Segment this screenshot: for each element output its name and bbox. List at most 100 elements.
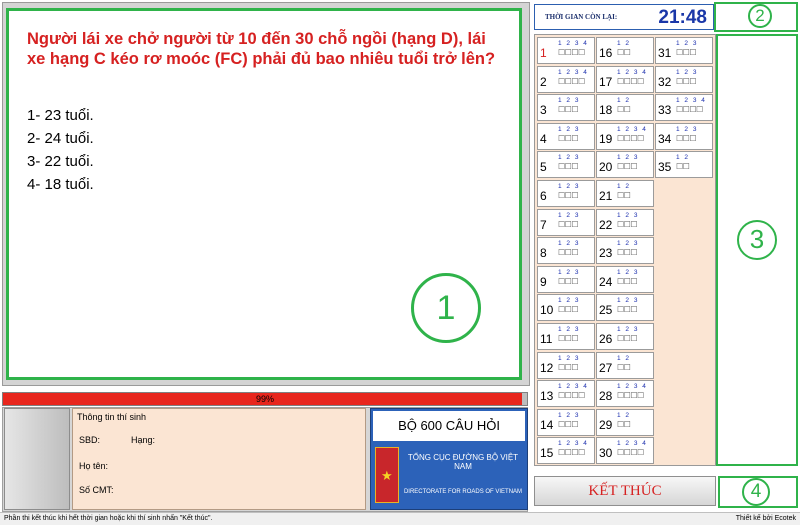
answer-option-3[interactable]: 3- 22 tuổi.	[27, 153, 94, 170]
question-cell-number: 32	[658, 74, 672, 89]
question-cell-28[interactable]: 28 1 2 3 4 ☐☐☐☐	[596, 380, 654, 408]
question-cell-number: 7	[540, 217, 547, 232]
question-cell-5[interactable]: 5 1 2 3 ☐☐☐	[537, 151, 595, 179]
question-cell-checkboxes: ☐☐☐	[558, 362, 579, 372]
question-cell-checkboxes: ☐☐☐	[558, 219, 579, 229]
answer-option-1[interactable]: 1- 23 tuổi.	[27, 107, 94, 124]
question-cell-checkboxes: ☐☐☐	[617, 276, 638, 286]
question-cell-15[interactable]: 15 1 2 3 4 ☐☐☐☐	[537, 437, 595, 465]
question-cell-number: 11	[540, 332, 553, 346]
question-cell-options: 1 2 3	[558, 326, 580, 333]
question-cell-number: 25	[599, 303, 613, 318]
question-cell-options: 1 2 3	[676, 40, 698, 47]
question-cell-2[interactable]: 2 1 2 3 4 ☐☐☐☐	[537, 65, 595, 93]
question-cell-17[interactable]: 17 1 2 3 4 ☐☐☐☐	[596, 65, 654, 93]
question-cell-14[interactable]: 14 1 2 3 ☐☐☐	[537, 408, 595, 436]
question-cell-number: 33	[658, 103, 672, 118]
question-cell-9[interactable]: 9 1 2 3 ☐☐☐	[537, 265, 595, 293]
candidate-info: Thông tin thí sinh SBD: Hạng: Họ tên: Số…	[72, 408, 366, 510]
question-cell-30[interactable]: 30 1 2 3 4 ☐☐☐☐	[596, 437, 654, 465]
question-cell-number: 26	[599, 332, 613, 346]
question-cell-options: 1 2 3	[558, 211, 580, 219]
timer-label: THỜI GIAN CÒN LẠI:	[545, 13, 618, 21]
question-cell-10[interactable]: 10 1 2 3 ☐☐☐	[537, 294, 595, 322]
answer-option-4[interactable]: 4- 18 tuổi.	[27, 176, 94, 193]
status-bar: Phần thi kết thúc khi hết thời gian hoặc…	[0, 512, 800, 525]
question-cell-32[interactable]: 32 1 2 3 ☐☐☐	[655, 65, 713, 93]
question-cell-checkboxes: ☐☐☐☐	[558, 391, 585, 401]
question-cell-24[interactable]: 24 1 2 3 ☐☐☐	[596, 265, 654, 293]
question-cell-number: 9	[540, 274, 547, 289]
question-cell-29[interactable]: 29 1 2 ☐☐	[596, 408, 654, 436]
question-cell-33[interactable]: 33 1 2 3 4 ☐☐☐☐	[655, 94, 713, 122]
question-cell-34[interactable]: 34 1 2 3 ☐☐☐	[655, 122, 713, 150]
question-cell-19[interactable]: 19 1 2 3 4 ☐☐☐☐	[596, 122, 654, 150]
question-cell-options: 1 2 3 4	[617, 440, 648, 448]
question-cell-options: 1 2 3 4	[617, 68, 648, 76]
question-cell-number: 21	[599, 189, 613, 203]
branding-panel: BỘ 600 CÂU HỎI ★ TỔNG CỤC ĐƯỜNG BỘ VIỆT …	[370, 408, 528, 510]
question-cell-checkboxes: ☐☐☐☐	[558, 48, 585, 57]
question-cell-number: 31	[658, 46, 672, 60]
question-cell-18[interactable]: 18 1 2 ☐☐	[596, 94, 654, 122]
question-cell-options: 1 2 3	[617, 268, 639, 276]
question-cell-options: 1 2	[617, 40, 631, 47]
question-cell-checkboxes: ☐☐	[617, 48, 631, 57]
question-cell-checkboxes: ☐☐☐	[558, 419, 579, 429]
question-cell-8[interactable]: 8 1 2 3 ☐☐☐	[537, 237, 595, 265]
question-cell-27[interactable]: 27 1 2 ☐☐	[596, 351, 654, 379]
question-cell-options: 1 2	[617, 97, 631, 105]
answer-option-2[interactable]: 2- 24 tuổi.	[27, 130, 94, 147]
question-cell-4[interactable]: 4 1 2 3 ☐☐☐	[537, 122, 595, 150]
question-cell-20[interactable]: 20 1 2 3 ☐☐☐	[596, 151, 654, 179]
credits-text: Thiết kế bởi Ecotek	[735, 515, 796, 522]
question-cell-35[interactable]: 35 1 2 ☐☐	[655, 151, 713, 179]
question-cell-3[interactable]: 3 1 2 3 ☐☐☐	[537, 94, 595, 122]
question-cell-options: 1 2 3	[558, 97, 580, 105]
question-cell-number: 6	[540, 189, 547, 203]
progress-bar: 99%	[2, 392, 528, 406]
question-cell-16[interactable]: 16 1 2 ☐☐	[596, 37, 654, 64]
question-cell-13[interactable]: 13 1 2 3 4 ☐☐☐☐	[537, 380, 595, 408]
timer-value: 21:48	[658, 7, 707, 28]
branding-title: BỘ 600 CÂU HỎI	[373, 411, 525, 441]
question-cell-options: 1 2 3	[617, 211, 639, 219]
question-cell-number: 4	[540, 131, 547, 146]
question-cell-number: 16	[599, 46, 613, 60]
question-cell-checkboxes: ☐☐☐	[558, 276, 579, 286]
cmt-label: Số CMT:	[79, 485, 114, 495]
question-cell-22[interactable]: 22 1 2 3 ☐☐☐	[596, 208, 654, 236]
question-cell-checkboxes: ☐☐☐	[558, 334, 579, 343]
question-cell-6[interactable]: 6 1 2 3 ☐☐☐	[537, 180, 595, 207]
annotation-circle-4: 4	[742, 478, 770, 506]
question-cell-number: 5	[540, 160, 547, 175]
question-cell-number: 29	[599, 417, 613, 432]
question-cell-options: 1 2 3 4	[558, 68, 589, 76]
question-cell-checkboxes: ☐☐☐	[558, 162, 579, 172]
question-cell-options: 1 2 3	[558, 154, 580, 162]
question-cell-25[interactable]: 25 1 2 3 ☐☐☐	[596, 294, 654, 322]
question-cell-options: 1 2 3 4	[617, 383, 648, 391]
question-cell-number: 14	[540, 417, 554, 432]
question-cell-number: 2	[540, 74, 547, 89]
question-cell-number: 17	[599, 74, 613, 89]
question-cell-checkboxes: ☐☐☐	[617, 305, 638, 315]
question-cell-checkboxes: ☐☐☐	[676, 76, 697, 86]
question-cell-options: 1 2 3	[676, 125, 698, 133]
question-cell-21[interactable]: 21 1 2 ☐☐	[596, 180, 654, 207]
question-cell-7[interactable]: 7 1 2 3 ☐☐☐	[537, 208, 595, 236]
question-cell-11[interactable]: 11 1 2 3 ☐☐☐	[537, 323, 595, 350]
question-cell-checkboxes: ☐☐☐	[617, 248, 638, 258]
question-cell-1[interactable]: 1 1 2 3 4 ☐☐☐☐	[537, 37, 595, 64]
question-cell-26[interactable]: 26 1 2 3 ☐☐☐	[596, 323, 654, 350]
question-cell-31[interactable]: 31 1 2 3 ☐☐☐	[655, 37, 713, 64]
question-cell-23[interactable]: 23 1 2 3 ☐☐☐	[596, 237, 654, 265]
finish-button[interactable]: KẾT THÚC	[534, 476, 716, 506]
question-cell-checkboxes: ☐☐☐	[676, 133, 697, 143]
hang-label: Hạng:	[131, 435, 156, 445]
question-cell-options: 1 2 3	[558, 240, 580, 248]
question-cell-number: 28	[599, 389, 613, 404]
question-cell-12[interactable]: 12 1 2 3 ☐☐☐	[537, 351, 595, 379]
question-cell-checkboxes: ☐☐	[617, 105, 631, 115]
question-cell-checkboxes: ☐☐	[676, 162, 690, 172]
